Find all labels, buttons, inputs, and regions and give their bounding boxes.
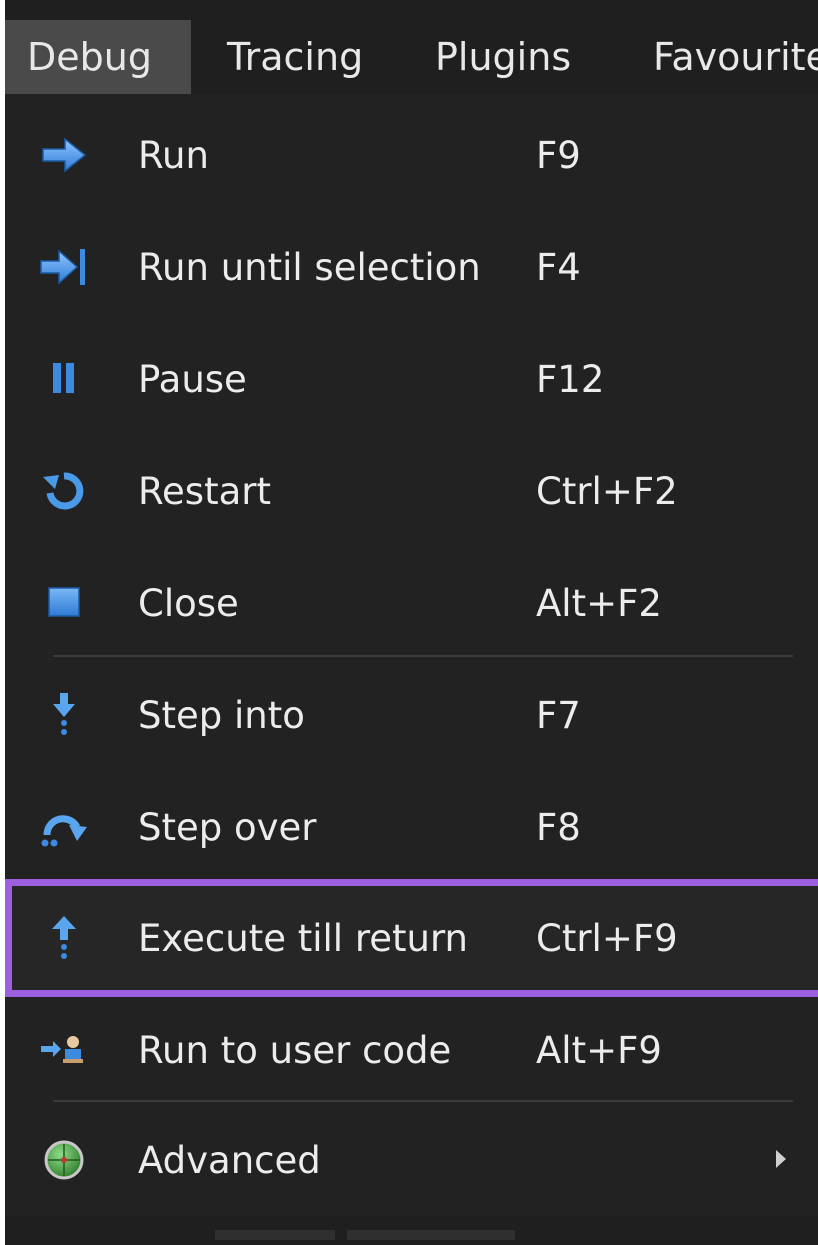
run-until-selection-icon <box>39 245 89 289</box>
menu-separator <box>53 655 793 657</box>
menu-item-run-until-selection[interactable]: Run until selection F4 <box>5 211 818 323</box>
menu-item-label: Step into <box>138 693 305 737</box>
menu-item-shortcut: Alt+F2 <box>536 581 662 625</box>
menu-item-label: Close <box>138 581 239 625</box>
menu-item-shortcut: F4 <box>536 245 581 289</box>
menu-item-pause[interactable]: Pause F12 <box>5 323 818 435</box>
menu-item-shortcut: F9 <box>536 133 581 177</box>
partially-hidden-text <box>215 1230 515 1240</box>
menu-item-label: Advanced <box>138 1138 321 1182</box>
pause-icon <box>39 357 89 401</box>
run-arrow-icon <box>39 133 89 177</box>
menu-item-run[interactable]: Run F9 <box>5 99 818 211</box>
run-to-user-code-icon <box>39 1028 89 1072</box>
menubar-debug[interactable]: Debug <box>5 20 191 94</box>
submenu-arrow-icon <box>776 1150 786 1168</box>
menu-item-run-to-user-code[interactable]: Run to user code Alt+F9 <box>5 994 818 1106</box>
menu-item-shortcut: F7 <box>536 693 581 737</box>
menu-item-shortcut: Ctrl+F9 <box>536 916 678 960</box>
menu-item-close[interactable]: Close Alt+F2 <box>5 547 818 659</box>
menu-item-execute-till-return[interactable]: Execute till return Ctrl+F9 <box>5 882 818 994</box>
menu-item-advanced[interactable]: Advanced <box>5 1104 818 1216</box>
debugger-window: Debug Tracing Plugins Favourite Run F9 R… <box>5 0 818 1245</box>
menu-item-label: Execute till return <box>138 916 468 960</box>
menu-bar: Debug Tracing Plugins Favourite <box>5 0 818 94</box>
menu-item-label: Pause <box>138 357 247 401</box>
menu-item-label: Step over <box>138 805 317 849</box>
menu-item-shortcut: Ctrl+F2 <box>536 469 678 513</box>
advanced-globe-icon <box>39 1138 89 1182</box>
debug-dropdown-menu: Run F9 Run until selection F4 Pause F12 … <box>5 94 818 1216</box>
menu-item-step-over[interactable]: Step over F8 <box>5 771 818 883</box>
underlying-content-strip <box>5 1216 818 1245</box>
menu-item-label: Run until selection <box>138 245 481 289</box>
menu-item-label: Run <box>138 133 209 177</box>
menu-item-label: Restart <box>138 469 271 513</box>
execute-till-return-icon <box>39 916 89 960</box>
menu-item-shortcut: F12 <box>536 357 605 401</box>
step-into-icon <box>39 693 89 737</box>
menubar-tracing[interactable]: Tracing <box>227 20 363 94</box>
menu-item-label: Run to user code <box>138 1028 452 1072</box>
close-square-icon <box>39 581 89 625</box>
menubar-plugins[interactable]: Plugins <box>435 20 571 94</box>
menubar-favourites[interactable]: Favourite <box>653 20 818 94</box>
menu-item-restart[interactable]: Restart Ctrl+F2 <box>5 435 818 547</box>
restart-icon <box>39 469 89 513</box>
step-over-icon <box>39 805 89 849</box>
menu-item-step-into[interactable]: Step into F7 <box>5 659 818 771</box>
menu-separator <box>53 1100 793 1102</box>
menu-item-shortcut: F8 <box>536 805 581 849</box>
menu-item-shortcut: Alt+F9 <box>536 1028 662 1072</box>
